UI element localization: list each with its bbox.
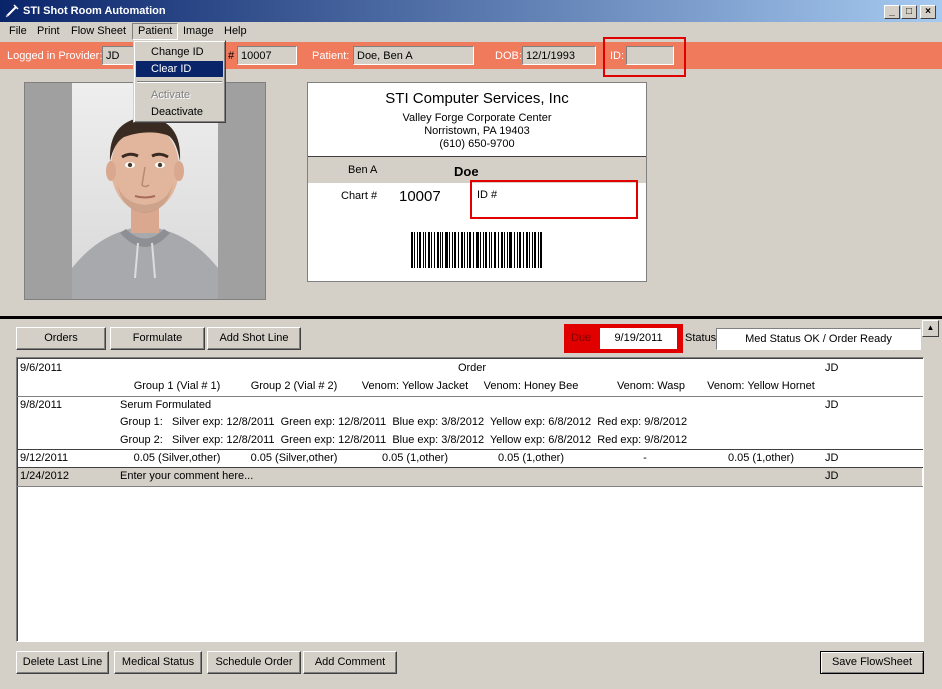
dob-field[interactable]: 12/1/1993 — [522, 46, 596, 65]
column-header: Venom: Yellow Hornet — [699, 380, 823, 392]
id-field[interactable] — [626, 46, 674, 65]
menu-help[interactable]: Help — [224, 25, 247, 37]
close-button[interactable]: × — [920, 5, 936, 19]
orders-button[interactable]: Orders — [16, 327, 106, 350]
menu-deactivate[interactable]: Deactivate — [136, 104, 223, 120]
card-phone: (610) 650-9700 — [308, 138, 646, 150]
shot-value: 0.05 (Silver,other) — [117, 452, 237, 464]
title-bar[interactable]: STI Shot Room Automation _ □ × — [0, 0, 942, 22]
delete-last-line-button[interactable]: Delete Last Line — [16, 651, 109, 674]
menu-change-id[interactable]: Change ID — [136, 44, 223, 60]
table-row[interactable]: 1/24/2012 Enter your comment here... JD — [18, 468, 922, 486]
row-date: 9/6/2011 — [20, 362, 62, 374]
flowsheet-scrollbar[interactable]: ▲ — [922, 320, 939, 340]
patient-id-card: STI Computer Services, Inc Valley Forge … — [307, 82, 647, 282]
status-field: Med Status OK / Order Ready — [716, 328, 921, 350]
provider-label: Logged in Provider: — [7, 50, 102, 62]
row-provider: JD — [825, 399, 838, 411]
card-id-highlight-box: ID # — [470, 180, 638, 219]
patient-name-field[interactable]: Doe, Ben A — [353, 46, 474, 65]
menu-file[interactable]: File — [9, 25, 27, 37]
row-date: 1/24/2012 — [20, 470, 69, 482]
dob-label: DOB: — [495, 50, 522, 62]
flowsheet-grid[interactable]: 9/6/2011 Order JD Group 1 (Vial # 1) Gro… — [16, 357, 924, 642]
menu-bar: File Print Flow Sheet Patient Image Help — [0, 22, 942, 41]
window-title: STI Shot Room Automation — [23, 5, 166, 17]
provider-field[interactable]: JD — [102, 46, 136, 65]
shot-value: - — [583, 452, 707, 464]
menu-image[interactable]: Image — [183, 25, 214, 37]
due-label: Due — [571, 332, 591, 344]
chart-number-field[interactable]: 10007 — [237, 46, 297, 65]
menu-flow-sheet[interactable]: Flow Sheet — [71, 25, 126, 37]
id-label: ID: — [610, 50, 624, 62]
menu-activate: Activate — [136, 87, 223, 103]
scroll-up-icon[interactable]: ▲ — [922, 320, 939, 337]
save-flowsheet-button[interactable]: Save FlowSheet — [820, 651, 924, 674]
formulate-button[interactable]: Formulate — [110, 327, 205, 350]
row-provider: JD — [825, 452, 838, 464]
shot-value: 0.05 (1,other) — [699, 452, 823, 464]
barcode-icon — [411, 232, 543, 268]
row-provider: JD — [825, 362, 838, 374]
status-label: Status — [685, 332, 716, 344]
add-comment-button[interactable]: Add Comment — [303, 651, 397, 674]
serum-group1-expirations: Group 1: Silver exp: 12/8/2011 Green exp… — [120, 416, 687, 428]
row-date: 9/12/2011 — [20, 452, 68, 464]
table-row[interactable]: 9/6/2011 Order JD Group 1 (Vial # 1) Gro… — [18, 359, 922, 397]
menu-print[interactable]: Print — [37, 25, 60, 37]
card-id-label: ID # — [477, 189, 497, 201]
row-date: 9/8/2011 — [20, 399, 62, 411]
row-provider: JD — [825, 470, 838, 482]
schedule-order-button[interactable]: Schedule Order — [207, 651, 301, 674]
row-title: Serum Formulated — [120, 399, 211, 411]
due-highlight-box: Due 9/19/2011 — [564, 324, 683, 353]
menu-patient[interactable]: Patient — [132, 23, 178, 40]
due-date-field[interactable]: 9/19/2011 — [600, 328, 677, 349]
patient-label: Patient: — [312, 50, 349, 62]
shot-value: 0.05 (1,other) — [349, 452, 481, 464]
patient-menu-dropdown: Change ID Clear ID Activate Deactivate — [133, 40, 226, 123]
column-header: Group 2 (Vial # 2) — [234, 380, 354, 392]
card-first-name: Ben A — [348, 164, 377, 176]
medical-status-button[interactable]: Medical Status — [114, 651, 202, 674]
shot-value: 0.05 (1,other) — [469, 452, 593, 464]
serum-group2-expirations: Group 2: Silver exp: 12/8/2011 Green exp… — [120, 434, 687, 446]
maximize-icon: □ — [906, 6, 912, 17]
table-row[interactable]: 9/12/2011 0.05 (Silver,other) 0.05 (Silv… — [18, 450, 922, 468]
menu-clear-id[interactable]: Clear ID — [136, 61, 223, 77]
table-row[interactable]: 9/8/2011 Serum Formulated JD Group 1: Si… — [18, 397, 922, 449]
minimize-button[interactable]: _ — [884, 5, 900, 19]
card-company-name: STI Computer Services, Inc — [308, 90, 646, 107]
card-name-bar: Ben A Doe — [308, 156, 646, 183]
card-address-line1: Valley Forge Corporate Center — [308, 112, 646, 124]
add-shot-line-button[interactable]: Add Shot Line — [207, 327, 301, 350]
comment-input[interactable]: Enter your comment here... — [120, 470, 253, 482]
menu-separator — [137, 81, 222, 83]
close-icon: × — [925, 6, 931, 17]
card-chart-number: 10007 — [399, 188, 441, 205]
row-title: Order — [418, 362, 526, 374]
card-address-line2: Norristown, PA 19403 — [308, 125, 646, 137]
column-header: Venom: Honey Bee — [469, 380, 593, 392]
column-header: Group 1 (Vial # 1) — [117, 380, 237, 392]
card-last-name: Doe — [454, 164, 479, 179]
maximize-button[interactable]: □ — [901, 5, 917, 19]
chart-number-label: # — [228, 50, 234, 62]
column-header: Venom: Wasp — [589, 380, 713, 392]
column-header: Venom: Yellow Jacket — [349, 380, 481, 392]
shot-value: 0.05 (Silver,other) — [234, 452, 354, 464]
card-chart-label: Chart # — [341, 190, 377, 202]
syringe-icon — [5, 4, 19, 18]
row-divider — [17, 486, 923, 487]
section-divider[interactable] — [0, 316, 942, 319]
minimize-icon: _ — [889, 6, 895, 17]
